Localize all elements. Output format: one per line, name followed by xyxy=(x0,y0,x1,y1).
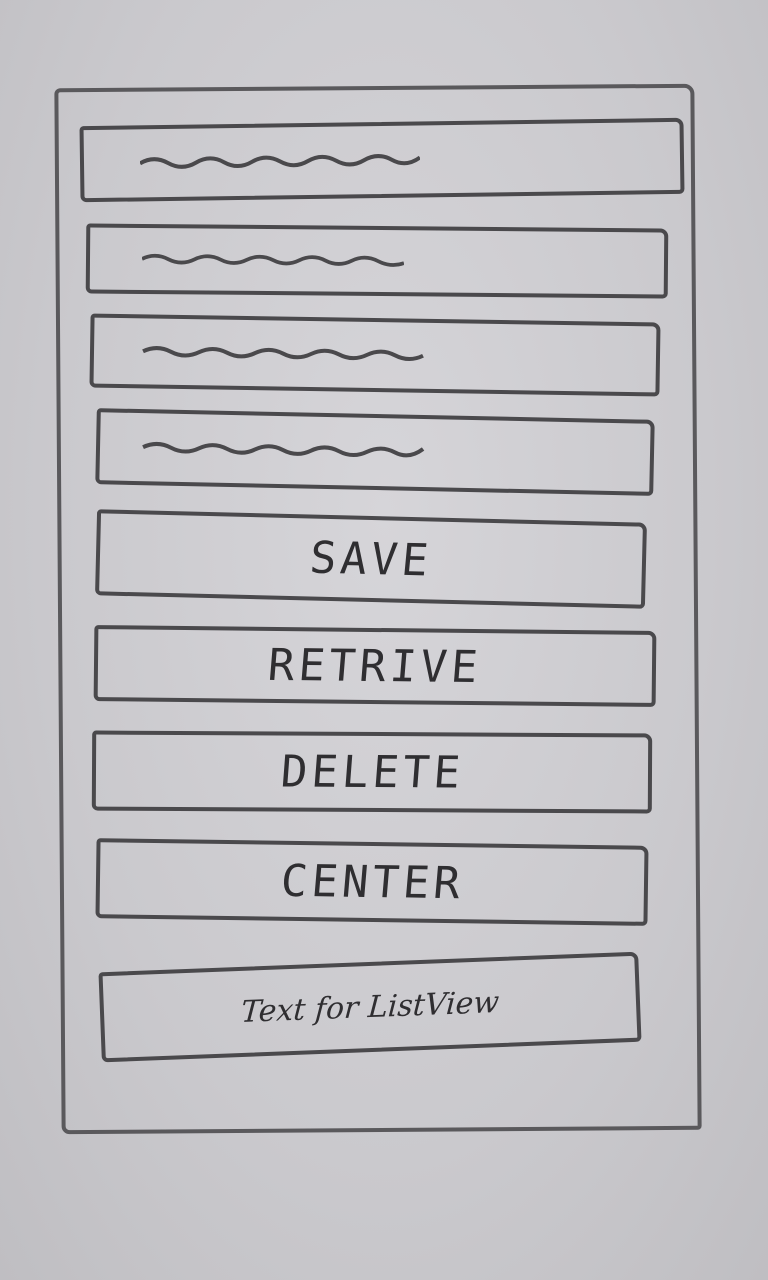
sketch-paper: SAVE RETRIVE DELETE CENTER Text for List… xyxy=(0,0,768,1280)
squiggle-line-2 xyxy=(141,253,405,267)
save-button[interactable]: SAVE xyxy=(95,509,647,609)
center-button[interactable]: CENTER xyxy=(95,838,649,926)
text-field-4[interactable] xyxy=(95,408,655,496)
squiggle-line-1 xyxy=(139,154,421,169)
text-field-3[interactable] xyxy=(89,313,661,397)
retrieve-button-label: RETRIVE xyxy=(266,639,484,693)
center-button-label: CENTER xyxy=(278,855,466,909)
retrieve-button[interactable]: RETRIVE xyxy=(93,625,657,707)
text-field-2[interactable] xyxy=(85,223,669,299)
delete-button-label: DELETE xyxy=(278,746,466,798)
text-field-1[interactable] xyxy=(79,117,685,203)
squiggle-line-4 xyxy=(142,441,425,458)
delete-button[interactable]: DELETE xyxy=(91,730,653,814)
list-view-text: Text for ListView xyxy=(239,984,501,1030)
save-button-label: SAVE xyxy=(307,532,435,586)
squiggle-line-3 xyxy=(142,346,424,362)
